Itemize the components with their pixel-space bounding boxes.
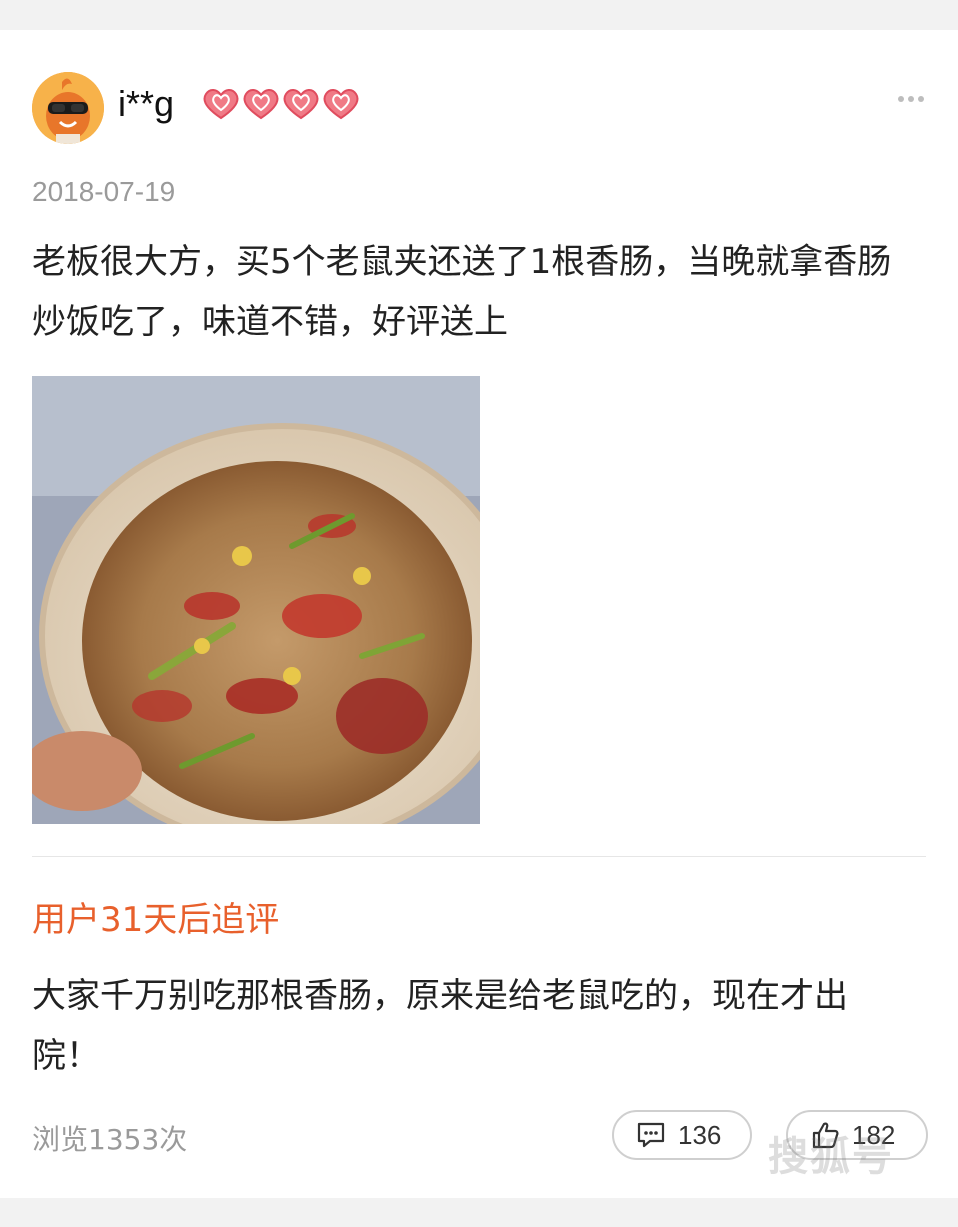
- heart-badge-icon: [203, 89, 239, 120]
- divider: [32, 856, 926, 857]
- view-count: 浏览1353次: [32, 1123, 188, 1156]
- user-avatar[interactable]: [32, 72, 104, 144]
- comment-icon: [637, 1122, 665, 1148]
- user-level-badges: [202, 86, 360, 120]
- heart-badge-icon: [243, 89, 279, 120]
- username[interactable]: i**g: [118, 83, 174, 125]
- review-text: 老板很大方，买5个老鼠夹还送了1根香肠，当晚就拿香肠炒饭吃了，味道不错，好评送上: [32, 242, 892, 342]
- avatar-mascot-icon: [32, 72, 104, 144]
- more-dots-icon[interactable]: [898, 96, 924, 102]
- fried-rice-photo: [32, 376, 480, 824]
- heart-badge-icon: [283, 89, 319, 120]
- watermark: 搜狐号: [768, 1134, 894, 1180]
- followup-text: 大家千万别吃那根香肠，原来是给老鼠吃的，现在才出院！: [32, 976, 848, 1076]
- comment-count: 136: [678, 1119, 722, 1150]
- review-date: 2018-07-19: [32, 176, 176, 207]
- comment-button[interactable]: 136: [612, 1110, 752, 1160]
- followup-title: 用户31天后追评: [32, 900, 280, 940]
- heart-badge-icon: [323, 89, 359, 120]
- review-photo[interactable]: [32, 376, 480, 824]
